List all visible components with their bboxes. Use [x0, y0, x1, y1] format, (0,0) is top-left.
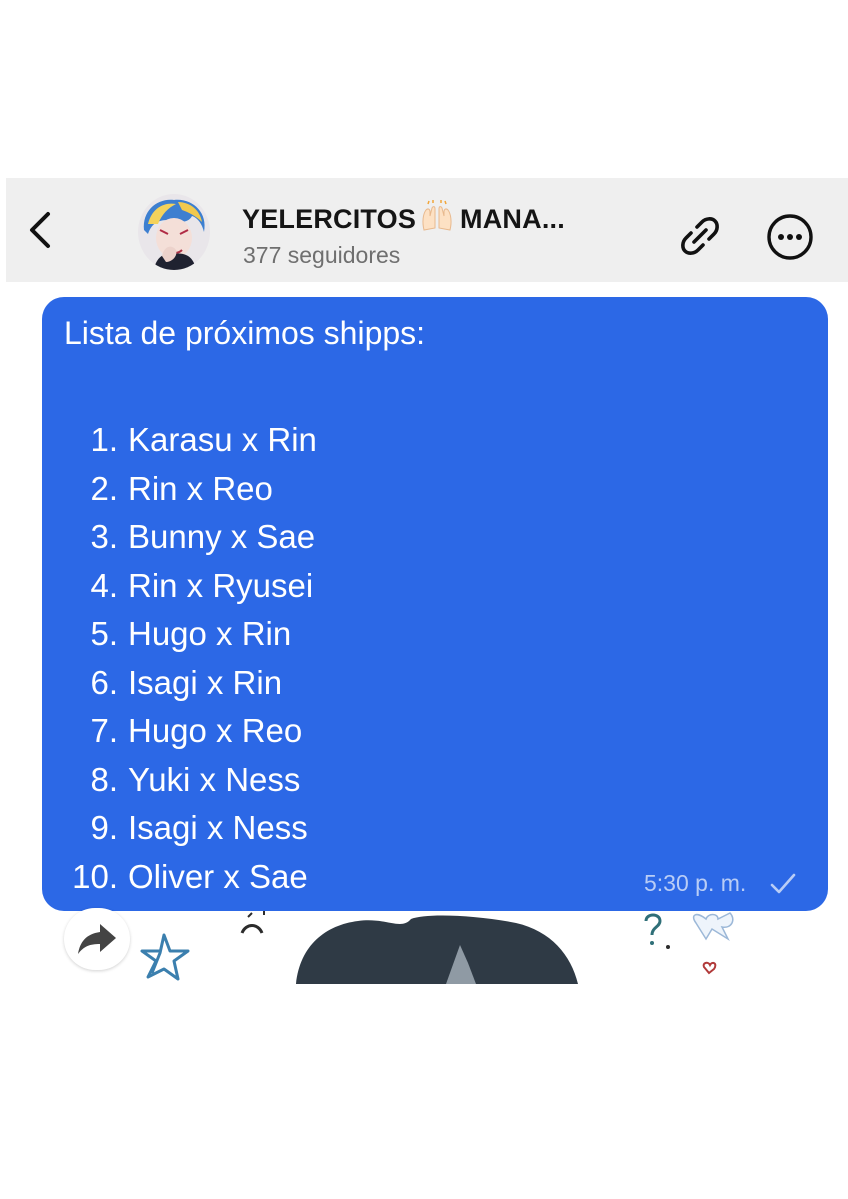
list-item: 5. Hugo x Rin: [62, 610, 317, 659]
back-button[interactable]: [20, 208, 64, 252]
list-item-number: 4.: [90, 566, 118, 604]
channel-name: YELERCITOS: [242, 204, 417, 234]
background-wallpaper: [6, 911, 848, 984]
list-item-number: 9.: [90, 809, 118, 846]
list-item: 7. Hugo x Reo: [62, 707, 317, 756]
channel-title: YELERCITOS MANA...: [242, 200, 565, 239]
list-item-number: 1.: [90, 421, 118, 458]
list-item-text: Isagi x Rin: [128, 663, 283, 701]
checkmark-icon: [770, 873, 796, 894]
list-item: 8. Yuki x Ness: [62, 756, 317, 805]
chevron-left-icon: [30, 212, 50, 248]
message-timestamp: 5:30 p. m.: [644, 870, 747, 896]
forward-arrow-icon: [78, 924, 116, 954]
more-options-icon: [767, 214, 813, 260]
raising-hands-emoji: [420, 200, 454, 239]
list-item: 9. Isagi x Ness: [62, 804, 317, 853]
list-item-number: 10.: [72, 857, 118, 895]
avatar[interactable]: [138, 194, 210, 270]
list-item-text: Oliver x Sae: [128, 857, 308, 895]
list-item-text: Rin x Reo: [128, 469, 273, 507]
list-item: 3. Bunny x Sae: [62, 513, 317, 562]
list-item-text: Rin x Ryusei: [128, 566, 314, 604]
more-options-button[interactable]: [764, 211, 816, 263]
list-item: 1. Karasu x Rin: [62, 416, 317, 465]
message-heading: Lista de próximos shipps:: [64, 315, 426, 351]
list-item: 6. Isagi x Rin: [62, 659, 317, 708]
list-item-text: Isagi x Ness: [128, 809, 308, 846]
list-item-text: Hugo x Rin: [128, 615, 292, 652]
list-item-text: Karasu x Rin: [128, 421, 317, 458]
list-item: 2. Rin x Reo: [62, 465, 317, 514]
channel-header: YELERCITOS MANA... 377 seguidores: [6, 178, 848, 282]
list-item: 10. Oliver x Sae: [62, 853, 317, 902]
ship-list: 1. Karasu x Rin 2. Rin x Reo 3. Bunny x Sae…: [62, 416, 317, 901]
list-item-number: 6.: [90, 663, 118, 701]
list-item-number: 3.: [90, 518, 118, 555]
link-icon: [681, 217, 719, 255]
message-bubble[interactable]: Lista de próximos shipps: 1. Karasu x Rin…: [42, 297, 828, 911]
list-item-number: 2.: [90, 469, 118, 507]
follower-count: 377 seguidores: [243, 242, 401, 268]
list-item: 4. Rin x Ryusei: [62, 562, 317, 611]
list-item-number: 7.: [90, 712, 118, 749]
list-item-number: 8.: [90, 760, 118, 798]
list-item-number: 5.: [90, 615, 118, 652]
list-item-text: Bunny x Sae: [128, 518, 316, 555]
forward-button[interactable]: [64, 908, 130, 970]
channel-name-suffix: MANA...: [460, 204, 565, 234]
screenshot-frame: YELERCITOS MANA... 377 seguidores Lista …: [6, 178, 848, 984]
share-link-button[interactable]: [674, 210, 726, 262]
list-item-text: Hugo x Reo: [128, 712, 303, 749]
list-item-text: Yuki x Ness: [128, 760, 301, 798]
